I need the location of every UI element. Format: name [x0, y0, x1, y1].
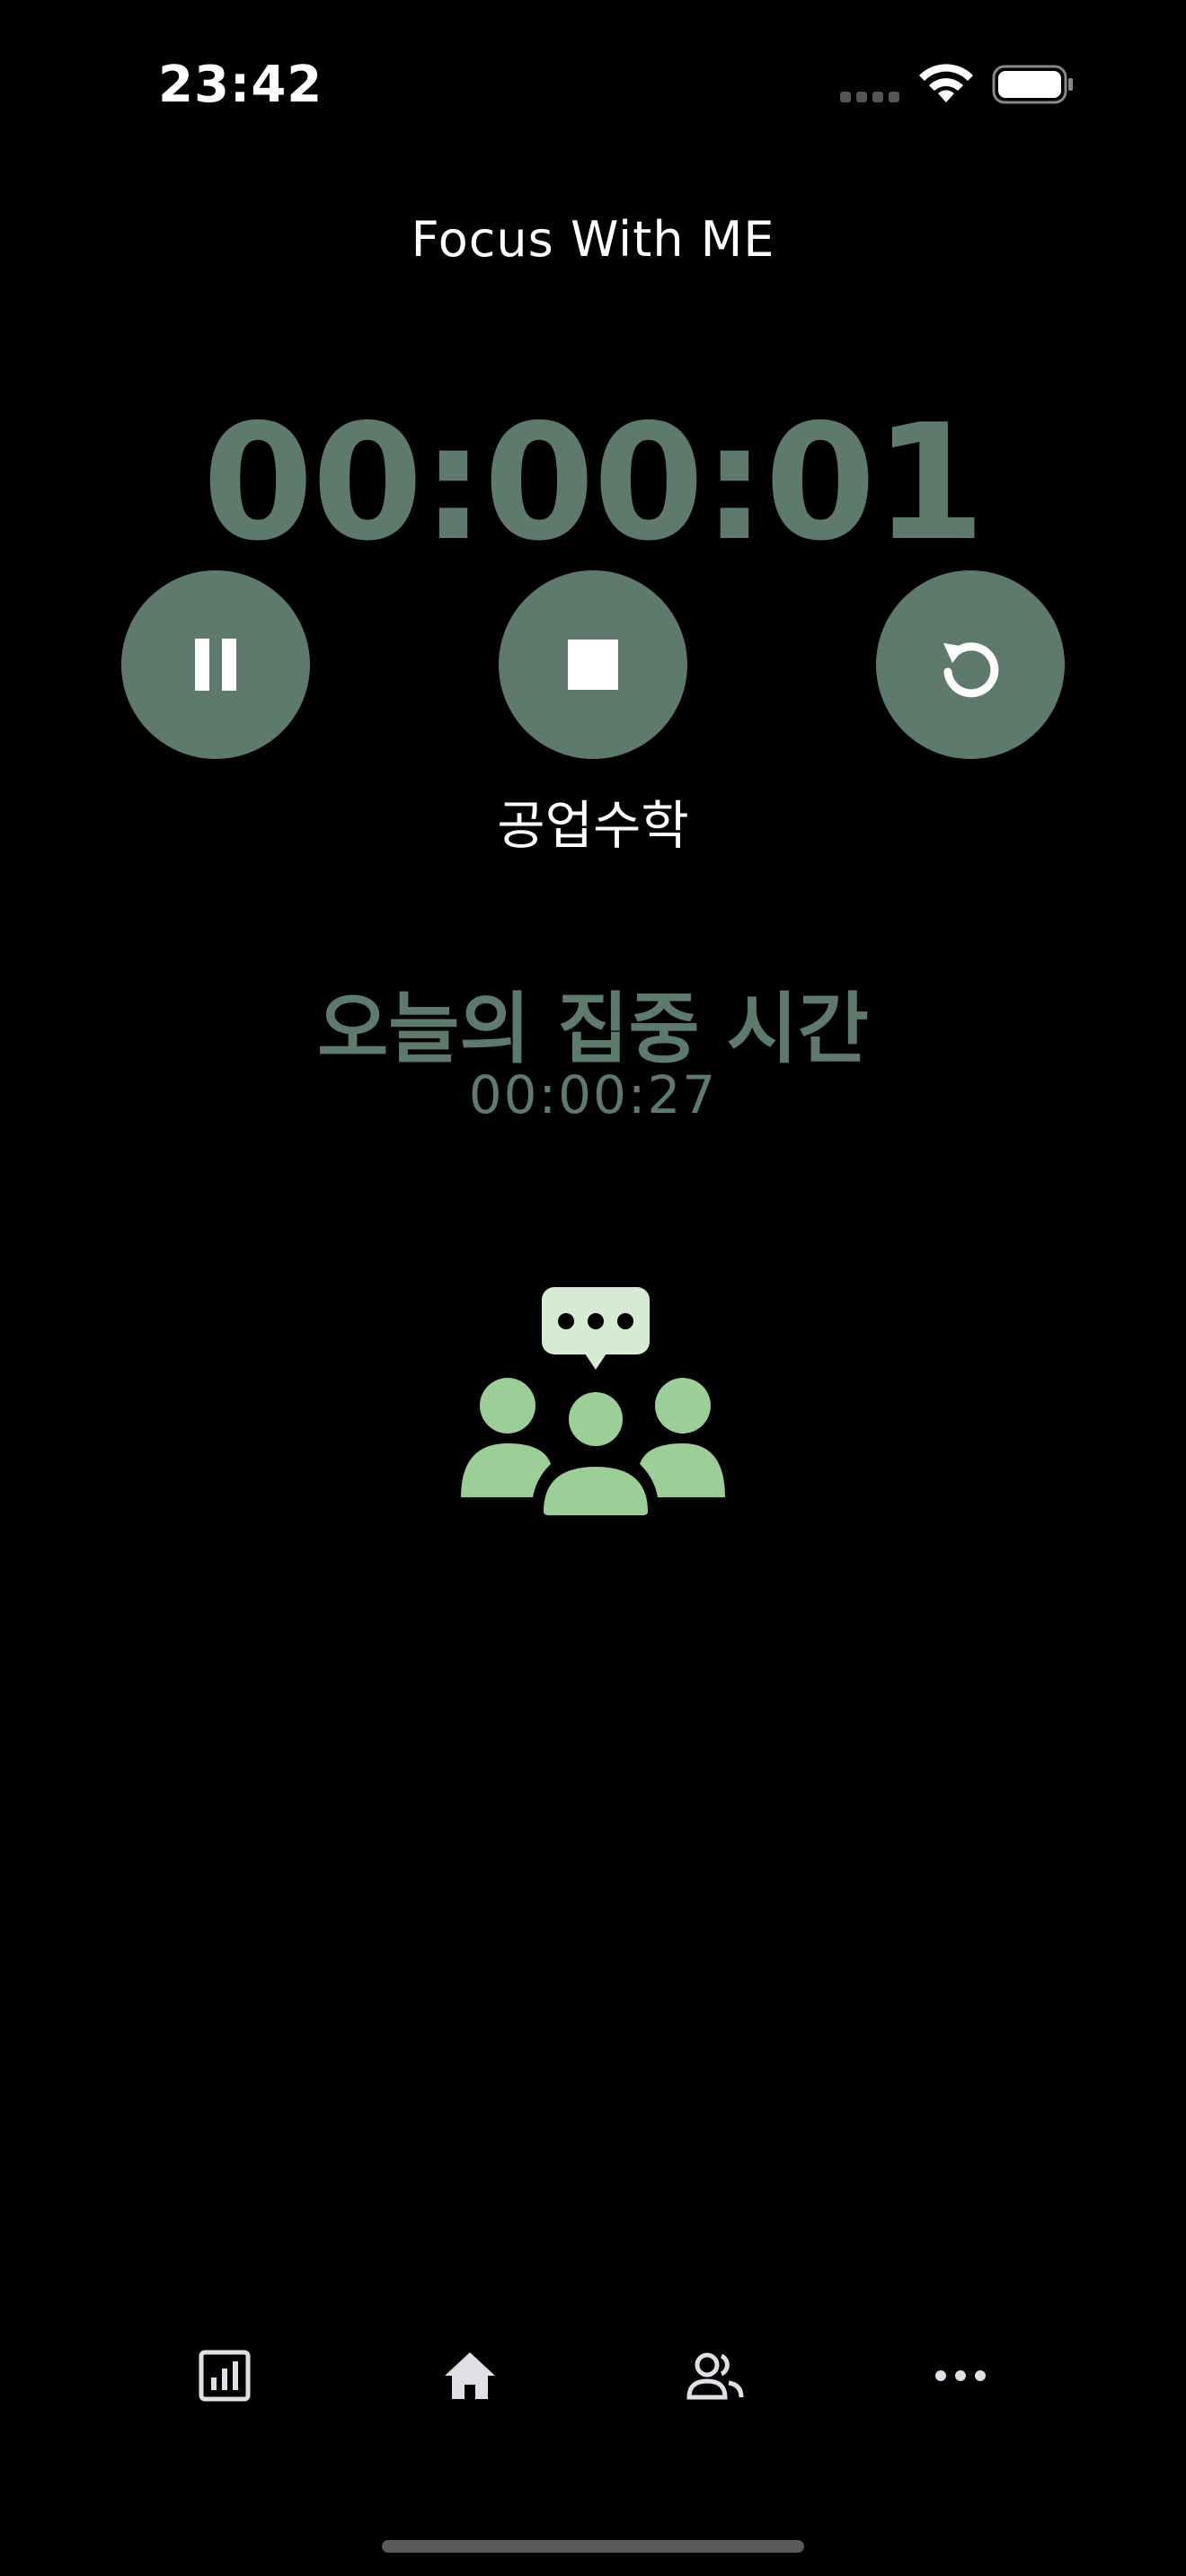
- tab-more[interactable]: [925, 2340, 996, 2412]
- status-time: 23:42: [158, 56, 323, 114]
- today-focus-label: 오늘의 집중 시간: [317, 984, 869, 1074]
- bar-chart-icon: [199, 2350, 251, 2402]
- stop-button[interactable]: [499, 570, 687, 759]
- tab-stats[interactable]: [189, 2340, 261, 2412]
- tab-friends[interactable]: [679, 2340, 751, 2412]
- pause-icon: [195, 639, 236, 691]
- more-icon: [935, 2370, 986, 2381]
- stop-icon: [568, 640, 618, 690]
- home-icon: [445, 2352, 495, 2399]
- battery-icon: [992, 65, 1075, 104]
- cellular-signal-icon: [840, 92, 899, 104]
- people-icon: [686, 2352, 744, 2400]
- pause-button[interactable]: [121, 570, 310, 759]
- subject-label: 공업수학: [497, 795, 689, 856]
- group-chat-icon[interactable]: [454, 1280, 732, 1522]
- wifi-icon: [916, 63, 976, 108]
- timer-display: 00:00:01: [202, 390, 985, 576]
- reset-icon: [943, 642, 999, 698]
- today-focus-time: 00:00:27: [468, 1064, 718, 1125]
- tab-home[interactable]: [434, 2340, 506, 2412]
- app-title: Focus With ME: [411, 211, 775, 268]
- reset-button[interactable]: [876, 570, 1065, 759]
- home-indicator: [382, 2540, 804, 2553]
